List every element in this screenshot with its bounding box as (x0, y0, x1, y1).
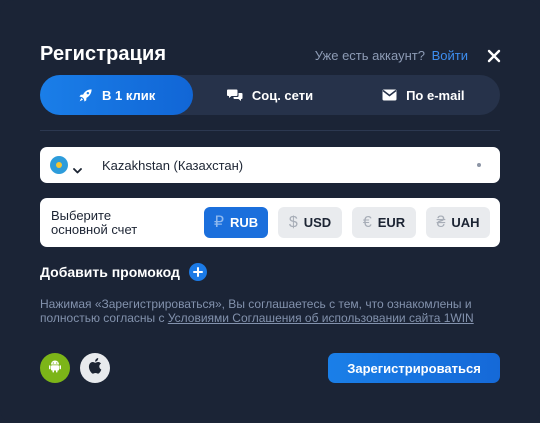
tab-email[interactable]: По e-mail (347, 75, 500, 115)
kazakhstan-flag-icon (50, 156, 68, 174)
have-account-prompt: Уже есть аккаунт? Войти (315, 48, 468, 63)
currency-usd-label: USD (303, 215, 332, 230)
close-icon[interactable] (486, 48, 502, 64)
tab-social[interactable]: Соц. сети (193, 75, 346, 115)
login-link[interactable]: Войти (432, 48, 468, 63)
currency-uah-button[interactable]: ₴ UAH (426, 207, 490, 238)
currency-selector: Выберите основной счет ₽ RUB $ USD € EUR… (40, 198, 500, 247)
register-button[interactable]: Зарегистрироваться (328, 353, 500, 383)
have-account-text: Уже есть аккаунт? (314, 48, 425, 63)
android-app-button[interactable] (40, 353, 70, 383)
android-icon (47, 358, 63, 379)
currency-label: Выберите основной счет (51, 208, 138, 237)
status-dot (477, 163, 481, 167)
currency-rub-button[interactable]: ₽ RUB (204, 207, 268, 238)
tab-social-label: Соц. сети (251, 87, 314, 103)
divider (40, 130, 500, 131)
chevron-down-icon (73, 161, 82, 179)
currency-eur-button[interactable]: € EUR (352, 207, 416, 238)
promo-label: Добавить промокод (40, 264, 180, 280)
currency-uah-label: UAH (451, 215, 480, 230)
envelope-icon (382, 89, 397, 101)
currency-eur-label: EUR (377, 215, 406, 230)
tab-one-click[interactable]: В 1 клик (40, 75, 194, 115)
rocket-icon (78, 88, 93, 103)
ios-app-button[interactable] (80, 353, 110, 383)
terms-text: Нажимая «Зарегистрироваться», Вы соглаша… (40, 297, 502, 325)
add-promo-code[interactable]: Добавить промокод (40, 263, 207, 281)
country-value: Kazakhstan (Казахстан) (102, 158, 244, 173)
ruble-icon: ₽ (213, 213, 224, 231)
hryvnia-icon: ₴ (436, 213, 446, 231)
euro-icon: € (362, 213, 372, 231)
registration-modal: Регистрация Уже есть аккаунт? Войти В 1 … (0, 0, 540, 423)
tab-email-label: По e-mail (406, 87, 465, 103)
apple-icon (88, 357, 102, 379)
chat-bubbles-icon (226, 88, 243, 102)
dollar-icon: $ (288, 213, 298, 231)
currency-usd-button[interactable]: $ USD (278, 207, 342, 238)
currency-rub-label: RUB (230, 215, 259, 230)
terms-link[interactable]: Условиями Соглашения об использовании са… (168, 311, 474, 325)
modal-title: Регистрация (40, 43, 167, 65)
registration-method-tabs: В 1 клик Соц. сети По e-mail (40, 75, 500, 115)
country-select[interactable]: Kazakhstan (Казахстан) (40, 147, 500, 183)
plus-icon[interactable] (188, 263, 207, 281)
tab-one-click-label: В 1 клик (102, 87, 156, 103)
